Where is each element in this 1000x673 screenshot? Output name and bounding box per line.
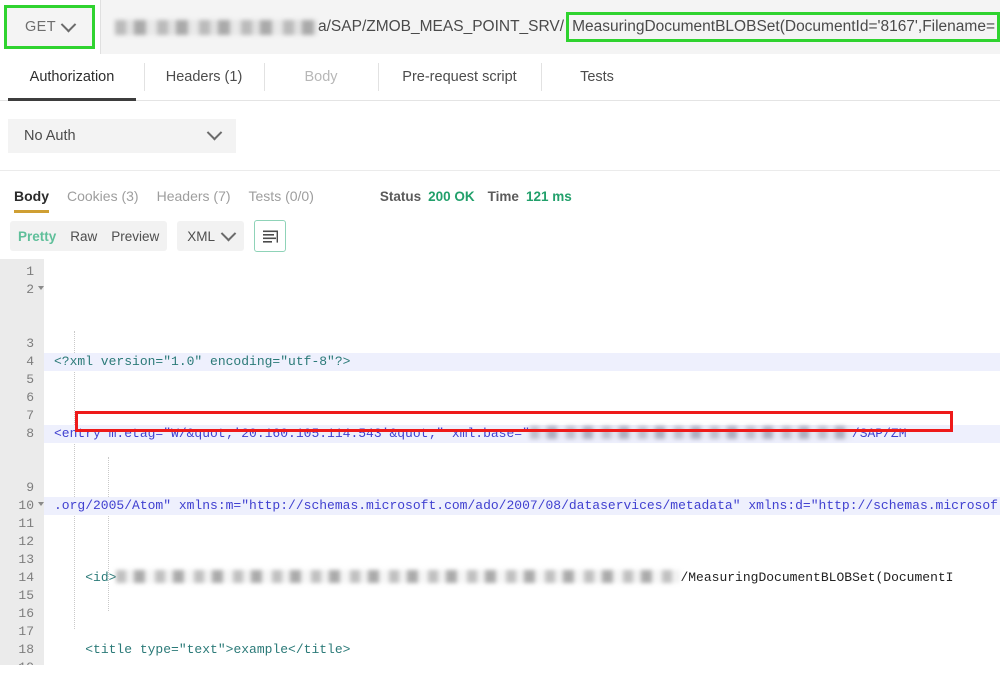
line-number: 3 [0, 335, 44, 353]
tab-body-label: Body [304, 69, 337, 85]
line-number: 17 [0, 623, 44, 641]
line-number: 13 [0, 551, 44, 569]
line-number: 16 [0, 605, 44, 623]
line-number: 4 [0, 353, 44, 371]
line-number: 15 [0, 587, 44, 605]
redacted-host-blur [530, 426, 852, 439]
code-line-2a-text: <entry m:etag="W/&quot;'20.160.105.114.5… [54, 426, 530, 441]
code-line-3-open: <id> [85, 570, 116, 585]
response-tab-body[interactable]: Body [14, 188, 59, 213]
code-line-1: <?xml version="1.0" encoding="utf-8"?> [44, 353, 1000, 371]
url-input[interactable]: a/SAP/ZMOB_MEAS_POINT_SRV/MeasuringDocum… [100, 0, 1000, 54]
code-line-2b: .org/2005/Atom" xmlns:m="http://schemas.… [44, 497, 1000, 515]
redacted-host-blur [115, 20, 318, 35]
indent-guide [108, 457, 110, 611]
line-number: 1 [0, 263, 44, 281]
view-mode-raw[interactable]: Raw [70, 229, 97, 244]
tab-pre-request-script[interactable]: Pre-request script [378, 54, 541, 100]
code-line-1-text: <?xml version="1.0" encoding="utf-8"?> [54, 354, 350, 369]
method-label: GET [25, 19, 56, 35]
tab-tests[interactable]: Tests [541, 54, 653, 100]
method-selector-inner: GET [25, 19, 74, 35]
authorization-panel: No Auth [0, 101, 1000, 171]
view-mode-group: Pretty Raw Preview [10, 221, 167, 251]
chevron-down-icon [221, 225, 237, 241]
url-highlighted-segment: MeasuringDocumentBLOBSet(DocumentId='816… [566, 12, 1000, 41]
tab-pre-request-script-label: Pre-request script [402, 69, 516, 85]
redacted-id-blur [116, 570, 680, 583]
format-select[interactable]: XML [177, 221, 244, 251]
code-line-4-text: <title type="text">example</title> [85, 642, 350, 657]
format-value: XML [187, 229, 215, 244]
code-line-4: <title type="text">example</title> [54, 641, 1000, 659]
line-number: 5 [0, 371, 44, 389]
line-number: 14 [0, 569, 44, 587]
response-tab-tests[interactable]: Tests (0/0) [249, 188, 324, 213]
response-tabs-row: Body Cookies (3) Headers (7) Tests (0/0)… [0, 171, 1000, 213]
tab-tests-label: Tests [580, 69, 614, 85]
chevron-down-icon [61, 16, 77, 32]
tab-headers-label: Headers (1) [166, 69, 243, 85]
status-label: Status [380, 189, 421, 204]
response-tab-headers-label: Headers (7) [157, 188, 231, 204]
response-tab-tests-label: Tests (0/0) [249, 188, 314, 204]
view-mode-preview[interactable]: Preview [111, 229, 159, 244]
status-value: 200 OK [428, 189, 475, 204]
fold-arrow-icon[interactable] [38, 502, 44, 506]
code-text[interactable]: <?xml version="1.0" encoding="utf-8"?> <… [44, 259, 1000, 665]
line-number: 9 [0, 479, 44, 497]
response-tab-cookies-label: Cookies (3) [67, 188, 139, 204]
line-number: 12 [0, 533, 44, 551]
wrap-lines-button[interactable] [254, 220, 286, 252]
line-number-spacer [0, 443, 44, 479]
line-number: 18 [0, 641, 44, 659]
method-selector[interactable]: GET [4, 5, 95, 49]
line-number: 11 [0, 515, 44, 533]
tab-authorization-label: Authorization [30, 69, 115, 85]
chevron-down-icon [207, 125, 223, 141]
auth-type-select[interactable]: No Auth [8, 119, 236, 153]
code-line-2a: <entry m:etag="W/&quot;'20.160.105.114.5… [44, 425, 1000, 443]
line-number: 6 [0, 389, 44, 407]
auth-type-value: No Auth [24, 128, 76, 144]
tab-authorization[interactable]: Authorization [0, 54, 144, 100]
response-viewer-toolbar: Pretty Raw Preview XML [0, 213, 1000, 259]
line-number-spacer [0, 299, 44, 335]
fold-arrow-icon[interactable] [38, 286, 44, 290]
response-tab-body-label: Body [14, 188, 49, 204]
time-label: Time [488, 189, 519, 204]
response-meta: Status 200 OK Time 121 ms [380, 189, 572, 213]
response-tab-cookies[interactable]: Cookies (3) [67, 188, 149, 213]
url-visible-prefix: a/SAP/ZMOB_MEAS_POINT_SRV/ [318, 18, 564, 36]
line-number-gutter: 1 2 3 4 5 6 7 8 9 10 11 12 13 14 15 16 1… [0, 259, 44, 665]
request-tabs: Authorization Headers (1) Body Pre-reque… [0, 54, 1000, 101]
code-line-2b-text: /SAP/ZM [852, 426, 907, 441]
line-number: 2 [0, 281, 44, 299]
line-number: 7 [0, 407, 44, 425]
line-number: 10 [0, 497, 44, 515]
code-line-2c-text: .org/2005/Atom" xmlns:m="http://schemas.… [54, 498, 998, 513]
code-line-3-text: /MeasuringDocumentBLOBSet(DocumentI [680, 570, 953, 585]
response-tabs: Body Cookies (3) Headers (7) Tests (0/0) [14, 188, 332, 213]
line-number: 19 [0, 659, 44, 665]
code-line-3: <id> /MeasuringDocumentBLOBSet(DocumentI [54, 569, 1000, 587]
text-wrap-icon [263, 230, 278, 243]
response-tab-headers[interactable]: Headers (7) [157, 188, 241, 213]
tab-body[interactable]: Body [264, 54, 378, 100]
line-number: 8 [0, 425, 44, 443]
time-value: 121 ms [526, 189, 572, 204]
tab-headers[interactable]: Headers (1) [144, 54, 264, 100]
method-selector-wrap: GET [0, 0, 100, 54]
request-url-bar: GET a/SAP/ZMOB_MEAS_POINT_SRV/MeasuringD… [0, 0, 1000, 54]
response-body-code[interactable]: 1 2 3 4 5 6 7 8 9 10 11 12 13 14 15 16 1… [0, 259, 1000, 665]
view-mode-pretty[interactable]: Pretty [18, 229, 56, 244]
